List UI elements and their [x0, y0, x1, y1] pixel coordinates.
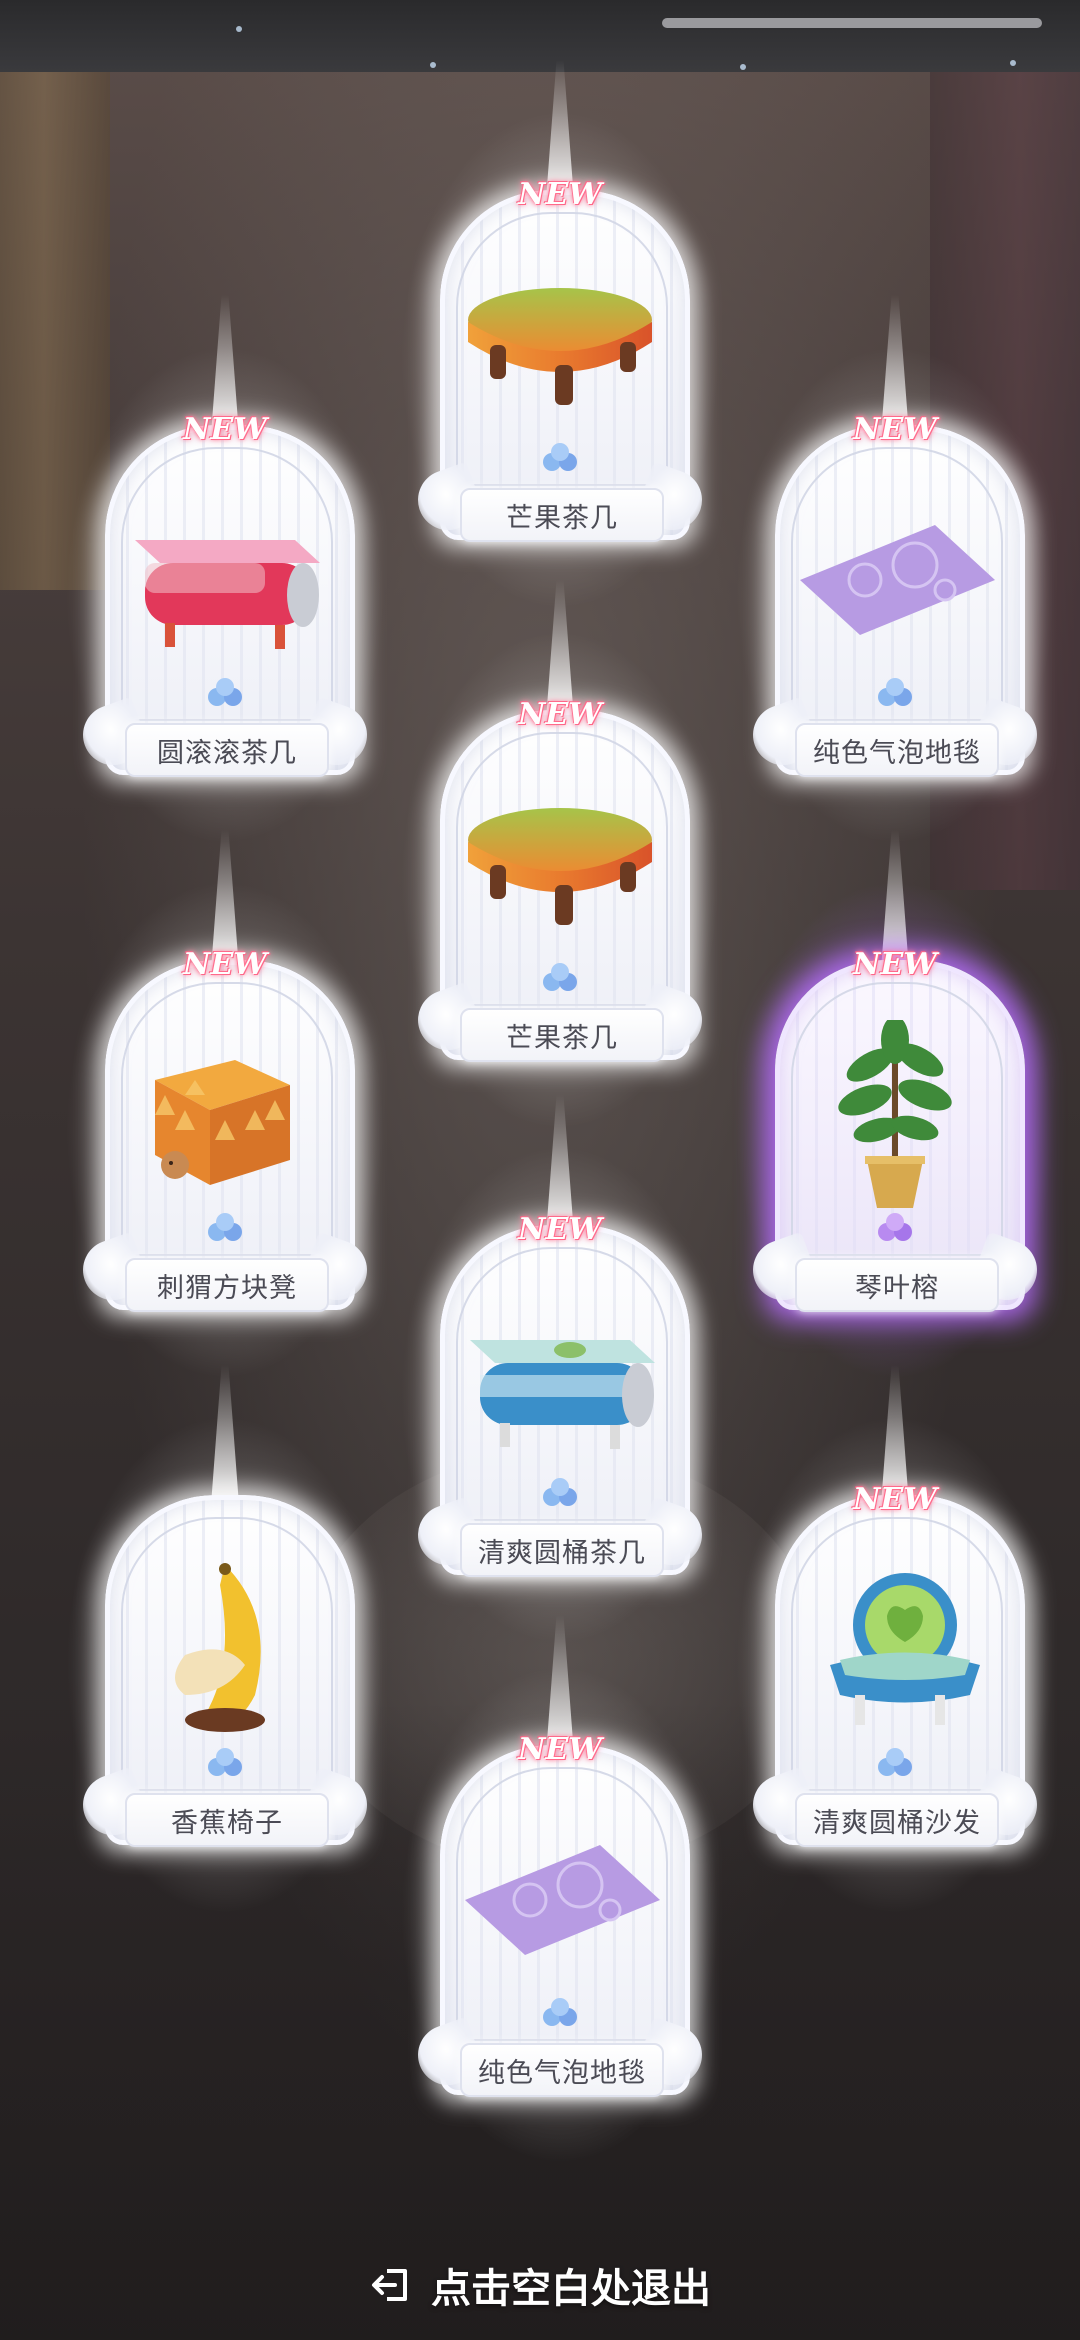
reward-card[interactable]: NEW 圆滚滚茶几 [65, 295, 385, 845]
reward-card[interactable]: NEW 清爽圆桶茶几 [400, 1095, 720, 1645]
item-name: 清爽圆桶沙发 [795, 1793, 999, 1847]
blue-gem-icon [543, 963, 577, 991]
exit-hint-label: 点击空白处退出 [431, 2266, 711, 2312]
exit-arrow-icon [372, 2269, 407, 2301]
reward-card[interactable]: NEW 清爽圆桶沙发 [735, 1365, 1055, 1915]
exit-hint-button[interactable]: 点击空白处退出 [0, 2255, 1080, 2315]
new-badge: NEW [853, 411, 937, 447]
blue-gem-icon [208, 1213, 242, 1241]
blue-gem-icon [543, 443, 577, 471]
background-curtain-left [0, 70, 110, 590]
reward-card[interactable]: NEW 琴叶榕 [735, 830, 1055, 1380]
new-badge: NEW [518, 1731, 602, 1767]
blue-gem-icon [543, 1998, 577, 2026]
reward-card[interactable]: NEW 纯色气泡地毯 [735, 295, 1055, 845]
sparkle-dot [1010, 60, 1016, 66]
blue-gem-icon [208, 1748, 242, 1776]
sparkle-dot [430, 62, 436, 68]
item-name: 刺猬方块凳 [125, 1258, 329, 1312]
blue-gem-icon [878, 678, 912, 706]
item-name: 芒果茶几 [460, 488, 664, 542]
item-name: 纯色气泡地毯 [460, 2043, 664, 2097]
sparkle-dot [740, 64, 746, 70]
fiddle-leaf-fig-plant-icon [838, 1020, 952, 1208]
mango-coffee-table-icon [468, 808, 652, 925]
item-name: 圆滚滚茶几 [125, 723, 329, 777]
item-name: 琴叶榕 [795, 1258, 999, 1312]
pink-can-table-icon [135, 540, 320, 649]
reward-card[interactable]: 香蕉椅子 [65, 1365, 385, 1915]
blue-gem-icon [208, 678, 242, 706]
reward-card[interactable]: NEW 芒果茶几 [400, 60, 720, 610]
sparkle-dot [236, 26, 242, 32]
item-name: 纯色气泡地毯 [795, 723, 999, 777]
new-badge: NEW [518, 176, 602, 212]
new-badge: NEW [853, 946, 937, 982]
reward-card[interactable]: NEW 芒果茶几 [400, 580, 720, 1130]
blue-gem-icon [878, 1748, 912, 1776]
banana-chair-icon [175, 1563, 265, 1732]
status-bar [0, 0, 1080, 72]
item-name: 香蕉椅子 [125, 1793, 329, 1847]
reward-card[interactable]: NEW 纯色气泡地毯 [400, 1615, 720, 2165]
mango-coffee-table-icon [468, 288, 652, 405]
reward-card[interactable]: NEW 刺猬方块凳 [65, 830, 385, 1380]
new-badge: NEW [183, 411, 267, 447]
home-indicator [662, 18, 1042, 28]
purple-gem-icon [878, 1213, 912, 1241]
new-badge: NEW [518, 696, 602, 732]
new-badge: NEW [183, 946, 267, 982]
teal-can-table-icon [470, 1340, 655, 1449]
new-badge: NEW [518, 1211, 602, 1247]
item-name: 芒果茶几 [460, 1008, 664, 1062]
purple-bubble-rug-icon [465, 1845, 660, 1955]
blue-gem-icon [543, 1478, 577, 1506]
teal-can-sofa-icon [830, 1573, 980, 1725]
purple-bubble-rug-icon [800, 525, 995, 635]
new-badge: NEW [853, 1481, 937, 1517]
hedgehog-cube-stool-icon [155, 1060, 290, 1185]
item-name: 清爽圆桶茶几 [460, 1523, 664, 1577]
